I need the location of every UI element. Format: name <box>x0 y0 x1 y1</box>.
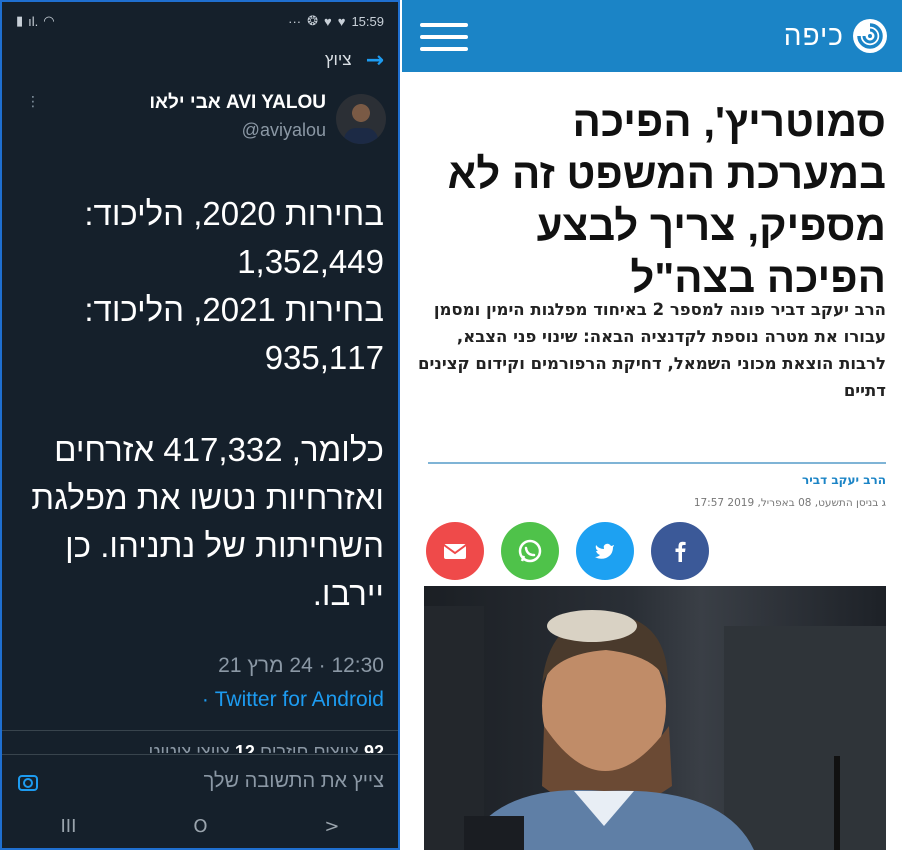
article-author[interactable]: הרב יעקב דביר <box>802 473 886 487</box>
article-date: ג בניסן התשעט, 08 באפריל, 2019 17:57 <box>693 497 886 509</box>
camera-icon[interactable] <box>18 773 38 791</box>
reply-bar: צייץ את התשובה שלך <box>2 754 398 811</box>
recent-apps-icon[interactable]: III <box>60 816 76 837</box>
twitter-bird-icon <box>595 543 614 559</box>
page-title: ציוץ <box>324 50 352 69</box>
article-subtitle: הרב יעקב דביר פונה למספר 2 באיחוד מפלגות… <box>418 300 886 400</box>
more-options-icon[interactable]: ⋮ <box>26 94 40 110</box>
menu-icon[interactable] <box>420 23 468 51</box>
facebook-share-button[interactable] <box>651 522 709 580</box>
heart-icon: ♥ <box>324 13 332 29</box>
article-photo-illustration <box>424 606 886 850</box>
twitter-phone-screenshot: ▮ ıl. ◠ ··· ❂ ♥ ♥ 15:59 ציוץ → ⋮ אבי ילא… <box>0 0 400 850</box>
share-buttons <box>426 522 709 580</box>
app-icon: ❂ <box>307 13 319 28</box>
tweet-text: בחירות 2020, הליכוד: 1,352,449 בחירות 20… <box>4 190 384 618</box>
twitter-share-button[interactable] <box>576 522 634 580</box>
tweet-topbar: ציוץ → <box>2 40 398 80</box>
tweet-timestamp[interactable]: 12:30 · 24 מרץ 21 <box>218 654 384 678</box>
status-right: ··· ❂ ♥ ♥ 15:59 <box>288 13 384 29</box>
tweet-source[interactable]: Twitter for Android · <box>202 688 384 712</box>
status-left-icons: ▮ ıl. ◠ <box>16 13 55 29</box>
kipa-article-screenshot: כיפה סמוטריץ', הפיכה במערכת המשפט זה לא … <box>402 0 902 850</box>
brand-name: כיפה <box>783 20 844 51</box>
author-handle[interactable]: @aviyalou <box>242 120 326 141</box>
email-share-button[interactable] <box>426 522 484 580</box>
tweet-stats[interactable]: 92 ציוצים חוזרים 12 ציוצי ציטוט <box>149 737 384 753</box>
back-arrow-icon[interactable]: → <box>366 48 384 73</box>
wifi-icon: ◠ <box>43 13 55 28</box>
retweet-label: ציוצים חוזרים <box>259 742 359 753</box>
status-dots: ··· <box>288 13 302 29</box>
quote-label: ציוצי ציטוט <box>148 742 230 753</box>
tweet-author: ⋮ אבי ילאו AVI YALOU @aviyalou <box>2 80 398 160</box>
site-header: כיפה <box>402 0 902 72</box>
signal-icon: ıl. <box>28 13 39 29</box>
kipa-logo-icon <box>853 19 887 53</box>
home-icon[interactable]: O <box>193 816 207 837</box>
tweet-line: כלומר, 417,332 אזרחים ואזרחיות נטשו את מ… <box>31 431 384 612</box>
android-nav-bar: III O > <box>2 804 398 848</box>
whatsapp-icon <box>518 539 542 563</box>
avatar[interactable] <box>336 94 386 144</box>
divider <box>428 462 886 464</box>
retweet-count: 92 <box>363 742 384 753</box>
tweet-line: בחירות 2021, הליכוד: 935,117 <box>84 291 384 376</box>
quote-count: 12 <box>234 742 255 753</box>
back-nav-icon[interactable]: > <box>324 816 339 837</box>
site-logo[interactable]: כיפה <box>784 18 888 54</box>
author-name[interactable]: אבי ילאו AVI YALOU <box>149 92 326 114</box>
heart-icon: ♥ <box>337 13 346 29</box>
divider <box>2 730 398 731</box>
facebook-icon <box>675 541 686 562</box>
article-headline: סמוטריץ', הפיכה במערכת המשפט זה לא מספיק… <box>447 98 886 301</box>
article-photo <box>424 586 886 850</box>
whatsapp-share-button[interactable] <box>501 522 559 580</box>
tweet-line: בחירות 2020, הליכוד: 1,352,449 <box>84 195 384 280</box>
status-time: 15:59 <box>351 13 384 29</box>
envelope-icon <box>443 544 467 559</box>
sim-icon: ▮ <box>16 13 24 28</box>
reply-input[interactable]: צייץ את התשובה שלך <box>204 770 384 793</box>
status-bar: ▮ ıl. ◠ ··· ❂ ♥ ♥ 15:59 <box>2 2 398 40</box>
